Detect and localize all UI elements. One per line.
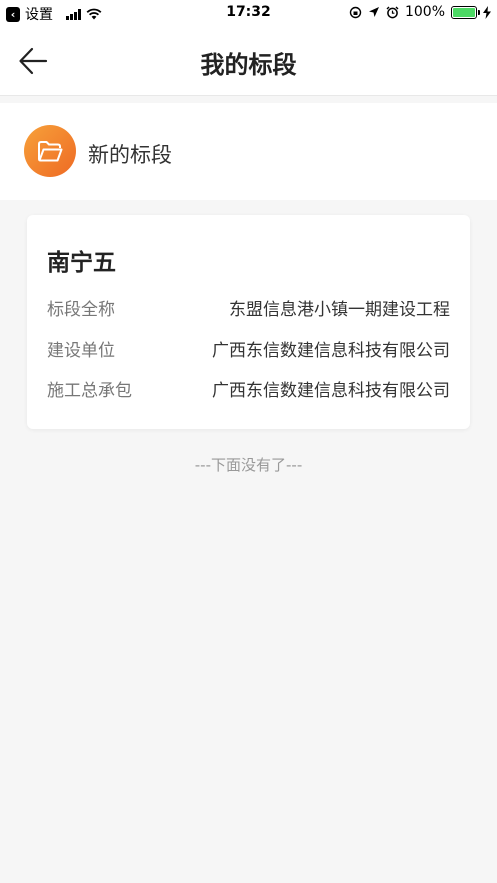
new-section-button[interactable]: 新的标段: [0, 103, 497, 200]
info-row-full-name: 标段全称 东盟信息港小镇一期建设工程: [47, 295, 450, 321]
section-card-title: 南宁五: [47, 250, 116, 276]
section-card[interactable]: 南宁五 标段全称 东盟信息港小镇一期建设工程 建设单位 广西东信数建信息科技有限…: [27, 215, 470, 429]
info-key: 标段全称: [47, 300, 115, 320]
battery-fill: [453, 7, 475, 17]
battery-icon: [451, 5, 480, 19]
folder-icon: [38, 141, 63, 162]
info-value: 东盟信息港小镇一期建设工程: [229, 300, 450, 320]
list-end-text: ---下面没有了---: [194, 456, 303, 474]
folder-icon-badge: [24, 125, 76, 177]
status-bar: ‹ 设置 17:32 100%: [0, 0, 497, 26]
battery-percent: 100%: [404, 4, 445, 20]
info-row-builder: 建设单位 广西东信数建信息科技有限公司: [47, 336, 450, 362]
info-key: 施工总承包: [47, 381, 132, 401]
charging-icon: [483, 5, 491, 19]
alarm-icon: [386, 6, 399, 18]
info-value: 广西东信数建信息科技有限公司: [212, 341, 450, 361]
nav-bar: 我的标段: [0, 26, 497, 96]
info-key: 建设单位: [47, 341, 115, 361]
info-row-contractor: 施工总承包 广西东信数建信息科技有限公司: [47, 376, 450, 402]
location-icon: [368, 7, 379, 17]
orientation-lock-icon: [349, 6, 362, 18]
page-title: 我的标段: [200, 51, 297, 79]
new-section-label: 新的标段: [88, 143, 172, 167]
info-value: 广西东信数建信息科技有限公司: [212, 381, 450, 401]
